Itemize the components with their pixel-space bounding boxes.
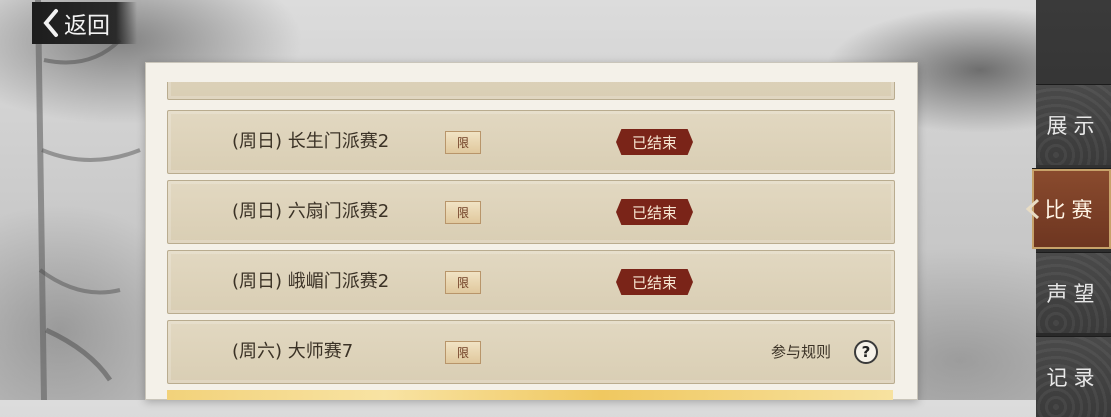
tab-label: 声望	[1046, 282, 1101, 306]
tab-label: 比赛	[1044, 198, 1099, 222]
tab-reputation[interactable]: 声望	[1036, 252, 1111, 333]
rules-link[interactable]: 参与规则	[771, 321, 831, 383]
tab-showcase[interactable]: 展示	[1036, 84, 1111, 165]
status-badge: 已结束	[616, 199, 693, 225]
chevron-left-icon	[40, 8, 62, 38]
limit-badge: 限	[445, 341, 481, 364]
match-list[interactable]: (周日) 长生门派赛2 限 已结束 (周日) 六扇门派赛2 限 已结束 (周日)…	[167, 82, 895, 400]
back-button[interactable]: 返回	[32, 2, 137, 44]
match-name: (周日) 六扇门派赛2	[232, 201, 390, 222]
tab-records[interactable]: 记录	[1036, 336, 1111, 417]
bamboo-decoration	[35, 0, 141, 400]
back-label: 返回	[64, 13, 110, 39]
limit-badge: 限	[445, 131, 481, 154]
tab-label: 记录	[1046, 366, 1101, 390]
match-name: (周日) 长生门派赛2	[232, 131, 390, 152]
limit-badge: 限	[445, 271, 481, 294]
help-icon[interactable]: ?	[854, 340, 878, 364]
match-name: (周六) 大师赛7	[232, 341, 354, 362]
match-row[interactable]: (周日) 长生门派赛2 限 已结束	[167, 110, 895, 174]
list-item	[167, 82, 895, 100]
match-row[interactable]: (周六) 大师赛7 限 参与规则 ?	[167, 320, 895, 384]
status-badge: 已结束	[616, 129, 693, 155]
match-row[interactable]: (周日) 峨嵋门派赛2 限 已结束	[167, 250, 895, 314]
match-row[interactable]: (周日) 六扇门派赛2 限 已结束	[167, 180, 895, 244]
match-panel: (周日) 长生门派赛2 限 已结束 (周日) 六扇门派赛2 限 已结束 (周日)…	[145, 62, 918, 400]
side-tab-bar: 展示 比赛 声望 记录	[1032, 0, 1111, 417]
tab-label: 展示	[1046, 114, 1101, 138]
limit-badge: 限	[445, 201, 481, 224]
highlight-row	[167, 390, 893, 400]
match-name: (周日) 峨嵋门派赛2	[232, 271, 390, 292]
active-tab-indicator-icon	[1025, 198, 1040, 220]
tab-competition[interactable]: 比赛	[1032, 168, 1111, 249]
status-badge: 已结束	[616, 269, 693, 295]
